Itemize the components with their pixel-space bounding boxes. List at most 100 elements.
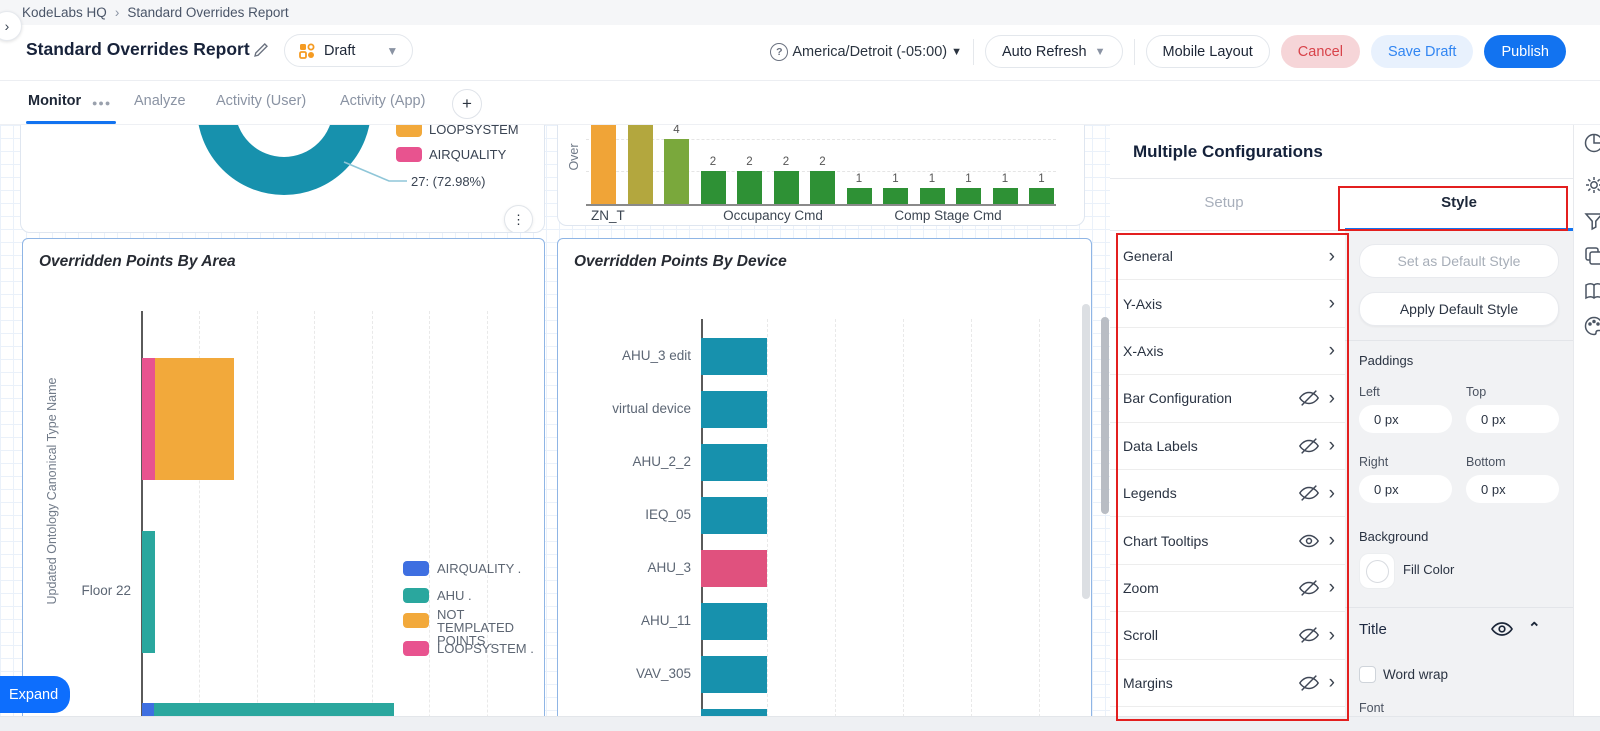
style-section-x-axis[interactable]: X-Axis› (1110, 328, 1345, 375)
word-wrap-checkbox[interactable] (1359, 666, 1376, 683)
eye-off-icon[interactable] (1298, 482, 1320, 504)
publish-button[interactable]: Publish (1484, 35, 1566, 68)
edit-pencil-icon[interactable] (252, 41, 270, 59)
style-section-zoom[interactable]: Zoom› (1110, 565, 1345, 612)
padding-bottom-input[interactable] (1466, 475, 1559, 503)
callout-leader-line (339, 158, 409, 188)
set-default-style-button[interactable]: Set as Default Style (1359, 244, 1559, 278)
style-section-data-labels[interactable]: Data Labels› (1110, 423, 1345, 470)
chevron-right-icon: › (1329, 389, 1335, 408)
bar[interactable] (737, 171, 762, 204)
eye-off-icon[interactable] (1298, 624, 1320, 646)
legend-swatch[interactable] (403, 588, 429, 603)
bar[interactable] (701, 171, 726, 204)
bar[interactable] (701, 603, 767, 640)
tab-style[interactable]: Style (1345, 194, 1573, 211)
legend-label[interactable]: AHU . (437, 589, 472, 602)
legend-swatch[interactable] (396, 125, 422, 137)
expand-button[interactable]: Expand (0, 676, 70, 713)
bar[interactable] (628, 125, 653, 204)
eye-off-icon[interactable] (1298, 577, 1320, 599)
bar-segment[interactable] (142, 531, 155, 653)
style-section-y-axis[interactable]: Y-Axis› (1110, 280, 1345, 327)
donut-chart-card[interactable]: LOOPSYSTEM AIRQUALITY 27: (72.98%) ⋮ (20, 125, 545, 233)
category-label: AHU_2_2 (578, 454, 691, 469)
canvas-scrollbar[interactable] (1101, 317, 1109, 514)
style-section-chart-tooltips[interactable]: Chart Tooltips› (1110, 517, 1345, 564)
legend-label[interactable]: AIRQUALITY (429, 148, 506, 161)
tab-activity-app[interactable]: Activity (App) (340, 93, 425, 109)
device-chart-card[interactable]: Overridden Points By Device AHU_3 editvi… (557, 238, 1092, 731)
pie-chart-icon[interactable] (1583, 132, 1600, 154)
palette-icon[interactable] (1583, 315, 1600, 337)
padding-top-input[interactable] (1466, 405, 1559, 433)
eye-icon[interactable] (1298, 530, 1320, 552)
auto-refresh-dropdown[interactable]: Auto Refresh ▼ (985, 35, 1123, 68)
save-draft-button[interactable]: Save Draft (1371, 35, 1474, 68)
bar[interactable] (664, 139, 689, 204)
bar[interactable] (847, 188, 872, 204)
bar[interactable] (1029, 188, 1054, 204)
fill-color-swatch[interactable] (1359, 553, 1395, 589)
add-tab-button[interactable]: + (452, 89, 482, 119)
padding-right-input[interactable] (1359, 475, 1452, 503)
configuration-panel: Multiple Configurations Setup Style Gene… (1110, 125, 1573, 731)
bar[interactable] (920, 188, 945, 204)
section-label: Zoom (1123, 580, 1298, 596)
title-visibility-eye-icon[interactable] (1490, 617, 1514, 641)
bar-segment[interactable] (155, 358, 234, 480)
card-menu-button[interactable]: ⋮ (504, 205, 533, 233)
gear-icon[interactable] (1583, 174, 1600, 196)
apply-default-style-button[interactable]: Apply Default Style (1359, 292, 1559, 326)
style-section-general[interactable]: General› (1110, 233, 1345, 280)
legend-label[interactable]: LOOPSYSTEM (429, 125, 519, 136)
style-section-margins[interactable]: Margins› (1110, 660, 1345, 707)
eye-off-icon[interactable] (1298, 435, 1320, 457)
status-dropdown[interactable]: Draft ▼ (284, 34, 413, 67)
mobile-layout-button[interactable]: Mobile Layout (1146, 35, 1270, 68)
eye-off-icon[interactable] (1298, 387, 1320, 409)
filter-icon[interactable] (1583, 210, 1600, 232)
legend-label[interactable]: AIRQUALITY . (437, 562, 521, 575)
title-collapse-chevron-icon[interactable]: ⌃ (1528, 619, 1541, 637)
bar-segment[interactable] (142, 358, 155, 480)
bar[interactable] (993, 188, 1018, 204)
style-section-scroll[interactable]: Scroll› (1110, 612, 1345, 659)
bar[interactable] (701, 550, 767, 587)
bar[interactable] (701, 656, 767, 693)
legend-label[interactable]: LOOPSYSTEM . (437, 642, 534, 655)
bar[interactable] (701, 338, 767, 375)
bar[interactable] (956, 188, 981, 204)
bar[interactable] (810, 171, 835, 204)
fill-color-label: Fill Color (1403, 562, 1454, 577)
bar[interactable] (591, 125, 616, 204)
chart-scrollbar[interactable] (1082, 304, 1090, 599)
cancel-button[interactable]: Cancel (1281, 35, 1360, 68)
copy-icon[interactable] (1583, 245, 1600, 267)
bar-chart-card[interactable]: Over 42222111111 ZN_T Occupancy Cmd Comp… (557, 125, 1085, 226)
breadcrumb-item-root[interactable]: KodeLabs HQ (22, 5, 107, 20)
style-section-bar-configuration[interactable]: Bar Configuration› (1110, 375, 1345, 422)
bar-value-label: 2 (810, 156, 835, 168)
tab-analyze[interactable]: Analyze (134, 93, 186, 109)
bar[interactable] (701, 497, 767, 534)
tab-options-icon[interactable]: ●●● (92, 98, 111, 108)
area-chart-card[interactable]: Overridden Points By Area Updated Ontolo… (22, 238, 545, 731)
legend-swatch[interactable] (403, 641, 429, 656)
style-section-legends[interactable]: Legends› (1110, 470, 1345, 517)
bar[interactable] (883, 188, 908, 204)
legend-swatch[interactable] (403, 561, 429, 576)
padding-left-input[interactable] (1359, 405, 1452, 433)
bar[interactable] (701, 391, 767, 428)
tab-activity-user[interactable]: Activity (User) (216, 93, 306, 109)
eye-off-icon[interactable] (1298, 672, 1320, 694)
tab-monitor[interactable]: Monitor (28, 93, 81, 109)
chevron-right-icon: › (1329, 294, 1335, 313)
bar[interactable] (774, 171, 799, 204)
book-icon[interactable] (1583, 280, 1600, 302)
tab-setup[interactable]: Setup (1110, 194, 1338, 211)
legend-swatch[interactable] (403, 613, 429, 628)
timezone-selector[interactable]: ? America/Detroit (-05:00) ▼ (770, 43, 962, 61)
chevron-down-icon: ▼ (386, 44, 398, 58)
bar[interactable] (701, 444, 767, 481)
